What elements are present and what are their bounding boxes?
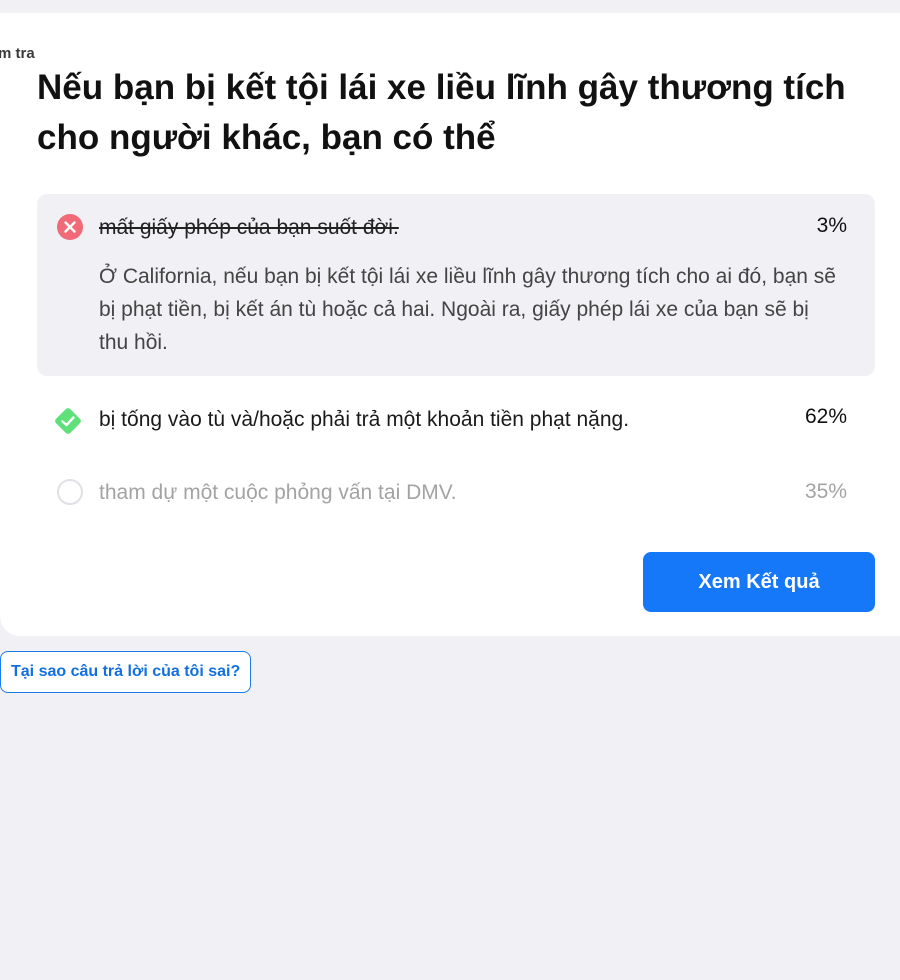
answer-text: tham dự một cuộc phỏng vấn tại DMV. <box>99 481 457 504</box>
empty-circle-icon <box>57 479 83 505</box>
question-card: m tra Nếu bạn bị kết tội lái xe liều lĩn… <box>0 13 900 636</box>
answer-percent: 62% <box>804 405 847 428</box>
check-diamond-icon <box>55 408 81 434</box>
answer-explanation: Ở California, nếu bạn bị kết tội lái xe … <box>99 265 836 354</box>
view-results-button[interactable]: Xem Kết quả <box>643 552 875 612</box>
card-tag: m tra <box>0 45 35 62</box>
answer-text: mất giấy phép của bạn suốt đời. <box>99 216 399 239</box>
answer-percent: 35% <box>804 480 847 503</box>
answer-percent: 3% <box>816 214 847 237</box>
answer-option-correct[interactable]: bị tống vào tù và/hoặc phải trả một khoả… <box>37 399 875 439</box>
x-circle-icon <box>57 214 83 240</box>
why-wrong-button[interactable]: Tại sao câu trả lời của tôi sai? <box>0 651 252 693</box>
answer-option-wrong[interactable]: mất giấy phép của bạn suốt đời. 3% Ở Cal… <box>37 194 875 376</box>
answer-option-unselected[interactable]: tham dự một cuộc phỏng vấn tại DMV. 35% <box>37 474 875 514</box>
question-title: Nếu bạn bị kết tội lái xe liều lĩnh gây … <box>37 68 846 157</box>
answer-text: bị tống vào tù và/hoặc phải trả một khoả… <box>99 408 630 431</box>
